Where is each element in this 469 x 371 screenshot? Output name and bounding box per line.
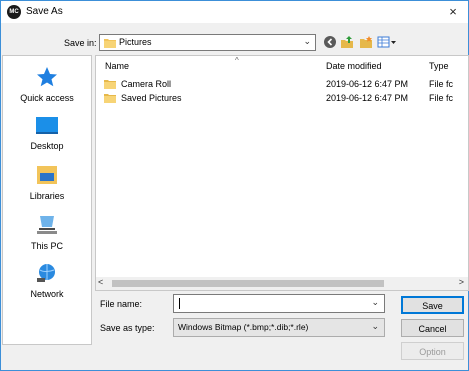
folder-icon	[104, 39, 116, 48]
option-button[interactable]: Option	[401, 342, 464, 360]
text-caret	[179, 298, 180, 309]
place-libraries[interactable]: Libraries	[3, 164, 91, 201]
chevron-down-icon: ⌄	[371, 321, 379, 331]
scrollbar-thumb[interactable]	[112, 280, 384, 287]
chevron-down-icon[interactable]: ⌄	[371, 297, 379, 308]
save-in-label: Save in:	[64, 38, 97, 48]
folder-icon	[104, 94, 116, 103]
scroll-left-icon[interactable]: <	[98, 277, 103, 287]
network-icon	[37, 264, 55, 282]
folder-icon	[104, 80, 116, 89]
sort-up-icon: ^	[235, 56, 239, 65]
file-name-input[interactable]: ⌄	[173, 294, 385, 313]
save-as-type-dropdown[interactable]: Windows Bitmap (*.bmp;*.dib;*.rle) ⌄	[173, 318, 385, 337]
column-header-date[interactable]: Date modified	[326, 61, 382, 71]
libraries-icon	[37, 166, 57, 184]
place-this-pc[interactable]: This PC	[3, 214, 91, 251]
place-label: Network	[30, 289, 64, 299]
place-quick-access[interactable]: Quick access	[3, 66, 91, 103]
up-folder-icon[interactable]	[340, 35, 354, 49]
horizontal-scrollbar[interactable]: < >	[96, 277, 468, 290]
file-date: 2019-06-12 6:47 PM	[326, 79, 409, 89]
place-label: This PC	[30, 241, 63, 251]
save-as-type-value: Windows Bitmap (*.bmp;*.dib;*.rle)	[178, 322, 309, 332]
list-item[interactable]: Camera Roll 2019-06-12 6:47 PM File fc	[96, 77, 468, 91]
window-title: Save As	[26, 6, 63, 17]
view-menu-icon[interactable]	[377, 35, 397, 49]
back-icon[interactable]	[323, 35, 337, 49]
file-list[interactable]: ^ Name Date modified Type Camera Roll 20…	[95, 55, 469, 291]
file-date: 2019-06-12 6:47 PM	[326, 93, 409, 103]
save-as-dialog: MC Save As × Save in: Pictures ⌄ Quick a…	[0, 0, 469, 371]
this-pc-icon	[37, 216, 57, 234]
file-name: Camera Roll	[121, 79, 172, 89]
list-item[interactable]: Saved Pictures 2019-06-12 6:47 PM File f…	[96, 91, 468, 105]
place-label: Desktop	[30, 141, 64, 151]
title-bar: MC Save As ×	[1, 1, 468, 23]
desktop-icon	[36, 117, 58, 134]
place-label: Libraries	[29, 191, 65, 201]
chevron-down-icon: ⌄	[303, 36, 311, 46]
place-desktop[interactable]: Desktop	[3, 116, 91, 151]
close-button[interactable]: ×	[438, 1, 468, 23]
place-network[interactable]: Network	[3, 262, 91, 299]
place-label: Quick access	[20, 93, 74, 103]
app-logo-icon: MC	[7, 5, 21, 19]
save-button[interactable]: Save	[401, 296, 464, 314]
file-name: Saved Pictures	[121, 93, 182, 103]
new-folder-icon[interactable]	[359, 35, 373, 49]
places-bar: Quick access Desktop Libraries This PC N…	[2, 55, 92, 345]
file-type: File fc	[429, 93, 454, 103]
scroll-right-icon[interactable]: >	[459, 277, 464, 287]
file-type: File fc	[429, 79, 454, 89]
column-header-type[interactable]: Type	[429, 61, 449, 71]
save-in-value: Pictures	[119, 37, 152, 47]
quick-access-icon	[37, 67, 57, 87]
cancel-button[interactable]: Cancel	[401, 319, 464, 337]
column-header-name[interactable]: Name	[105, 61, 129, 71]
save-as-type-label: Save as type:	[100, 323, 155, 333]
file-name-label: File name:	[100, 299, 143, 309]
save-in-dropdown[interactable]: Pictures ⌄	[99, 34, 316, 51]
